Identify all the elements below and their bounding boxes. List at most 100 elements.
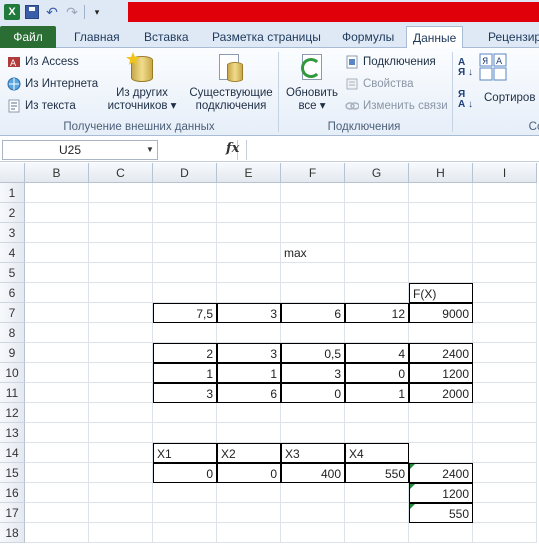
cell-h10[interactable]: 1200	[409, 363, 473, 383]
cell-e9[interactable]: 3	[217, 343, 281, 363]
row-header-14[interactable]: 14	[0, 443, 25, 463]
cell-i9[interactable]	[473, 343, 537, 363]
column-header-d[interactable]: D	[153, 163, 217, 183]
cell-h2[interactable]	[409, 203, 473, 223]
row-header-2[interactable]: 2	[0, 203, 25, 223]
cell-c4[interactable]	[89, 243, 153, 263]
cell-d9[interactable]: 2	[153, 343, 217, 363]
cell-i17[interactable]	[473, 503, 537, 523]
cell-e16[interactable]	[217, 483, 281, 503]
cell-b15[interactable]	[25, 463, 89, 483]
cell-b16[interactable]	[25, 483, 89, 503]
properties-button[interactable]: Свойства	[344, 74, 414, 94]
cell-b4[interactable]	[25, 243, 89, 263]
cell-f9[interactable]: 0,5	[281, 343, 345, 363]
cell-g14[interactable]: X4	[345, 443, 409, 463]
cell-h9[interactable]: 2400	[409, 343, 473, 363]
cell-f2[interactable]	[281, 203, 345, 223]
cell-e4[interactable]	[217, 243, 281, 263]
cell-i14[interactable]	[473, 443, 537, 463]
from-other-sources-button[interactable]: Из других источников ▾	[104, 52, 180, 113]
cell-h17[interactable]: 550	[409, 503, 473, 523]
cell-c11[interactable]	[89, 383, 153, 403]
cell-d10[interactable]: 1	[153, 363, 217, 383]
tab-page-layout[interactable]: Разметка страницы	[206, 26, 327, 48]
cell-e15[interactable]: 0	[217, 463, 281, 483]
cell-b3[interactable]	[25, 223, 89, 243]
existing-connections-button[interactable]: Существующие подключения	[188, 52, 274, 113]
cell-g16[interactable]	[345, 483, 409, 503]
cell-c5[interactable]	[89, 263, 153, 283]
cell-d18[interactable]	[153, 523, 217, 543]
cell-g18[interactable]	[345, 523, 409, 543]
excel-logo-icon[interactable]: X	[4, 4, 20, 20]
cell-f12[interactable]	[281, 403, 345, 423]
cell-c9[interactable]	[89, 343, 153, 363]
cell-d7[interactable]: 7,5	[153, 303, 217, 323]
cell-b2[interactable]	[25, 203, 89, 223]
cell-d3[interactable]	[153, 223, 217, 243]
cell-e3[interactable]	[217, 223, 281, 243]
cell-b8[interactable]	[25, 323, 89, 343]
row-header-7[interactable]: 7	[0, 303, 25, 323]
cell-g15[interactable]: 550	[345, 463, 409, 483]
column-header-h[interactable]: H	[409, 163, 473, 183]
cell-b1[interactable]	[25, 183, 89, 203]
cell-f7[interactable]: 6	[281, 303, 345, 323]
cell-g13[interactable]	[345, 423, 409, 443]
column-header-e[interactable]: E	[217, 163, 281, 183]
cell-f5[interactable]	[281, 263, 345, 283]
cell-i16[interactable]	[473, 483, 537, 503]
row-header-9[interactable]: 9	[0, 343, 25, 363]
cell-f14[interactable]: X3	[281, 443, 345, 463]
cell-c17[interactable]	[89, 503, 153, 523]
row-header-12[interactable]: 12	[0, 403, 25, 423]
formula-warning-indicator[interactable]	[410, 504, 415, 509]
sort-dialog-icon-button[interactable]: ЯА	[476, 52, 510, 87]
cell-c10[interactable]	[89, 363, 153, 383]
cell-e8[interactable]	[217, 323, 281, 343]
cell-i3[interactable]	[473, 223, 537, 243]
cell-i10[interactable]	[473, 363, 537, 383]
row-header-18[interactable]: 18	[0, 523, 25, 543]
edit-links-button[interactable]: Изменить связи	[344, 96, 448, 116]
cell-d1[interactable]	[153, 183, 217, 203]
insert-function-icon[interactable]: fx	[226, 141, 239, 156]
cell-c12[interactable]	[89, 403, 153, 423]
cell-d2[interactable]	[153, 203, 217, 223]
cell-i5[interactable]	[473, 263, 537, 283]
cell-b10[interactable]	[25, 363, 89, 383]
column-header-g[interactable]: G	[345, 163, 409, 183]
row-header-15[interactable]: 15	[0, 463, 25, 483]
refresh-all-button[interactable]: Обновить все ▾	[282, 52, 342, 113]
row-header-1[interactable]: 1	[0, 183, 25, 203]
cell-f4[interactable]: max	[281, 243, 345, 263]
cell-d4[interactable]	[153, 243, 217, 263]
cell-i11[interactable]	[473, 383, 537, 403]
tab-file[interactable]: Файл	[0, 26, 56, 48]
cell-g7[interactable]: 12	[345, 303, 409, 323]
cell-b5[interactable]	[25, 263, 89, 283]
name-box[interactable]: U25	[2, 140, 158, 160]
select-all-corner[interactable]	[0, 163, 25, 183]
cell-e1[interactable]	[217, 183, 281, 203]
cell-g4[interactable]	[345, 243, 409, 263]
cell-d11[interactable]: 3	[153, 383, 217, 403]
row-header-11[interactable]: 11	[0, 383, 25, 403]
save-icon[interactable]	[24, 4, 40, 20]
cell-b12[interactable]	[25, 403, 89, 423]
cell-b9[interactable]	[25, 343, 89, 363]
cell-h14[interactable]	[409, 443, 473, 463]
cell-h15[interactable]: 2400	[409, 463, 473, 483]
cell-h8[interactable]	[409, 323, 473, 343]
tab-review[interactable]: Рецензир	[482, 26, 539, 48]
from-web-button[interactable]: Из Интернета	[6, 74, 98, 94]
cell-c1[interactable]	[89, 183, 153, 203]
cell-b18[interactable]	[25, 523, 89, 543]
cell-e10[interactable]: 1	[217, 363, 281, 383]
name-box-dropdown-icon[interactable]: ▼	[146, 145, 154, 154]
column-header-f[interactable]: F	[281, 163, 345, 183]
cell-e2[interactable]	[217, 203, 281, 223]
row-header-6[interactable]: 6	[0, 283, 25, 303]
cell-h4[interactable]	[409, 243, 473, 263]
